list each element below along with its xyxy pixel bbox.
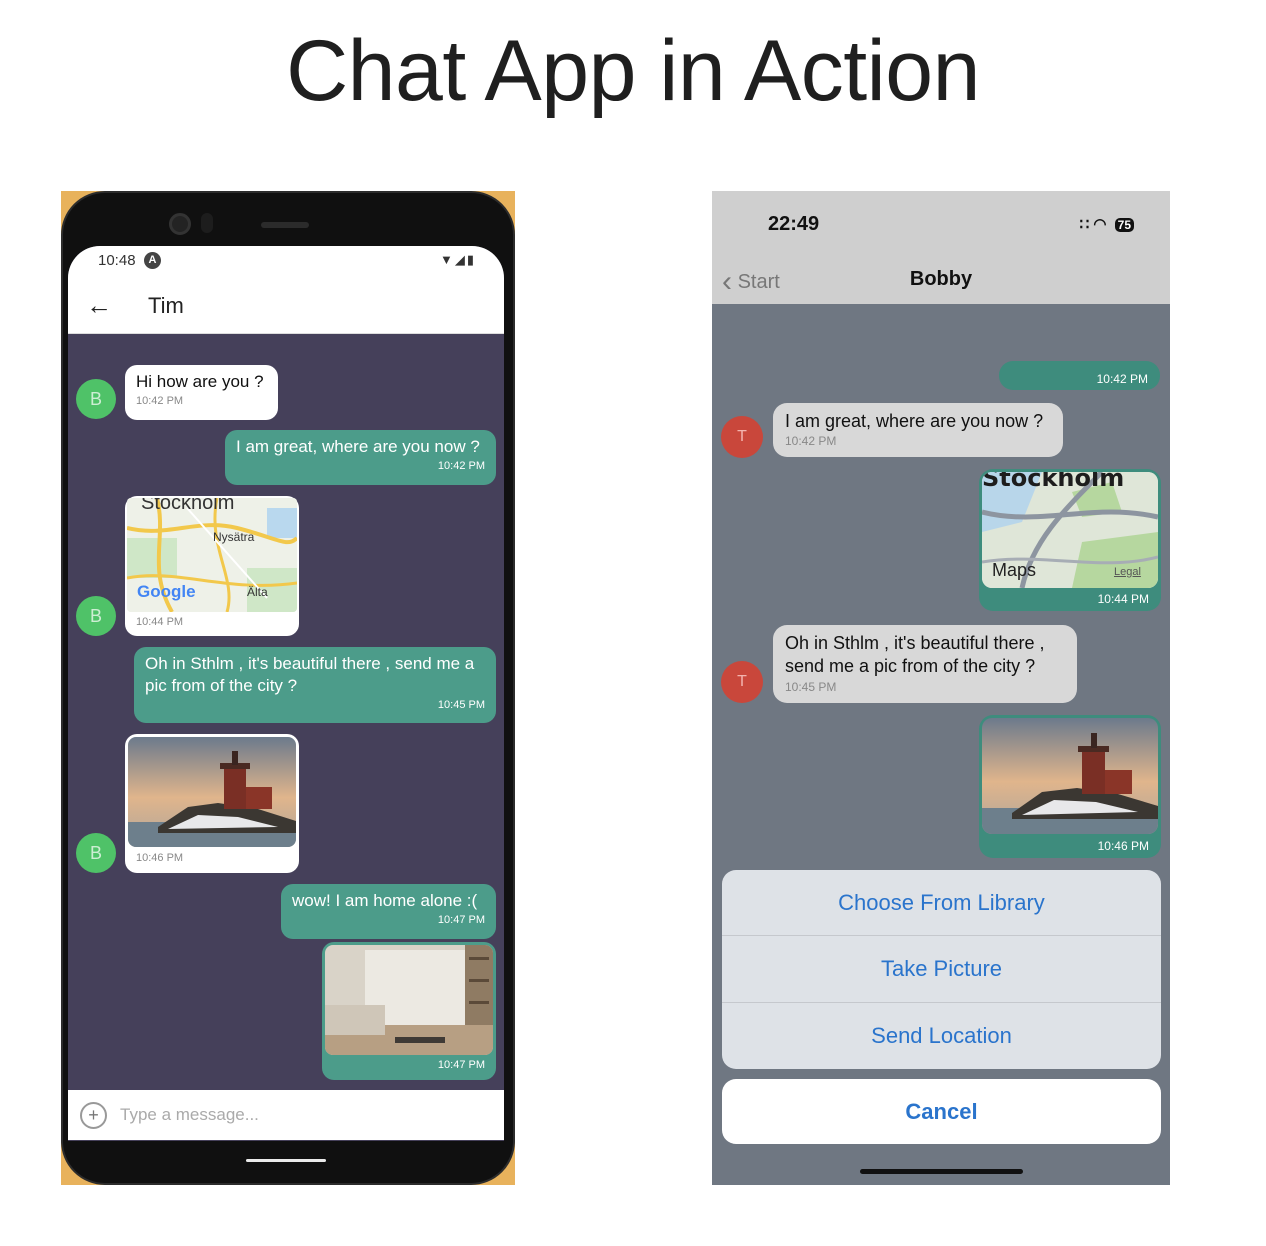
sensor-icon — [201, 213, 213, 233]
sent-message-bubble[interactable]: Oh in Sthlm , it's beautiful there , sen… — [134, 647, 496, 723]
map-city-label: Stockholm — [982, 472, 1125, 492]
castle-photo[interactable] — [128, 737, 296, 847]
message-input[interactable]: Type a message... — [120, 1105, 259, 1125]
sent-message-bubble[interactable]: I am great, where are you now ? 10:42 PM — [225, 430, 496, 485]
avatar[interactable]: B — [76, 379, 116, 419]
map-legal-link[interactable]: Legal — [1114, 566, 1141, 578]
message-time: 10:45 PM — [437, 699, 485, 711]
gesture-navigation-bar[interactable] — [246, 1159, 326, 1162]
attachment-action-sheet: Choose From Library Take Picture Send Lo… — [722, 870, 1161, 1069]
message-time: 10:46 PM — [136, 852, 184, 864]
sent-image-bubble[interactable]: 10:46 PM — [979, 715, 1161, 858]
message-text: Hi how are you ? — [136, 372, 264, 391]
avatar[interactable]: T — [721, 416, 763, 458]
map-city-label: Stockholm — [141, 498, 235, 514]
back-button[interactable]: ‹ Start — [722, 265, 780, 299]
cancel-button[interactable]: Cancel — [722, 1079, 1161, 1144]
message-time: 10:47 PM — [437, 1059, 485, 1071]
signal-wifi-icon: ∷ ◠ — [1079, 216, 1107, 233]
take-picture-button[interactable]: Take Picture — [722, 936, 1161, 1003]
avatar[interactable]: B — [76, 596, 116, 636]
sent-message-bubble[interactable]: wow! I am home alone :( 10:47 PM — [281, 884, 496, 939]
choose-from-library-button[interactable]: Choose From Library — [722, 870, 1161, 937]
status-time: 10:48 — [98, 252, 136, 269]
home-indicator[interactable] — [860, 1169, 1023, 1174]
message-time: 10:45 PM — [785, 680, 837, 694]
chat-header: ← Tim — [68, 280, 504, 334]
apple-maps-logo: Maps — [992, 560, 1037, 580]
sent-location-bubble[interactable]: Stockholm Maps Legal 10:44 PM — [979, 469, 1161, 611]
message-time: 10:44 PM — [1097, 592, 1149, 606]
living-room-photo-image — [325, 945, 493, 1055]
received-message-bubble[interactable]: Hi how are you ? 10:42 PM — [125, 365, 278, 420]
message-text: Oh in Sthlm , it's beautiful there , sen… — [785, 633, 1045, 676]
message-time: 10:46 PM — [1097, 839, 1149, 853]
android-status-bar: 10:48 A ▼◢▮ — [68, 246, 504, 280]
message-input-bar: + Type a message... — [68, 1090, 504, 1140]
google-logo: Google — [137, 582, 196, 601]
android-phone-mockup: 10:48 A ▼◢▮ ← Tim B Hi how are you ? 10:… — [61, 191, 515, 1185]
message-text: wow! I am home alone :( — [292, 891, 478, 910]
android-screen: 10:48 A ▼◢▮ ← Tim B Hi how are you ? 10:… — [68, 246, 504, 1141]
message-time: 10:44 PM — [136, 616, 184, 628]
battery-icon: 75 — [1114, 218, 1134, 232]
page-title: Chat App in Action — [286, 23, 980, 119]
chevron-left-icon: ‹ — [722, 265, 732, 298]
sent-message-bubble[interactable]: 10:42 PM — [999, 361, 1160, 390]
message-text: I am great, where are you now ? — [785, 411, 1044, 431]
message-time: 10:47 PM — [437, 914, 485, 926]
castle-photo-image — [982, 718, 1158, 834]
send-location-button[interactable]: Send Location — [722, 1003, 1161, 1069]
avatar[interactable]: T — [721, 661, 763, 703]
location-map-thumbnail[interactable]: Stockholm Maps Legal — [982, 472, 1158, 588]
living-room-photo[interactable] — [325, 945, 493, 1055]
android-phone-frame: 10:48 A ▼◢▮ ← Tim B Hi how are you ? 10:… — [61, 191, 515, 1185]
earpiece-speaker — [261, 222, 309, 228]
signal-wifi-icons: ∷ ◠ 75 — [1080, 215, 1134, 233]
message-time: 10:42 PM — [136, 395, 184, 407]
received-message-bubble[interactable]: I am great, where are you now ? 10:42 PM — [773, 403, 1063, 457]
signal-battery-icons: ▼◢▮ — [439, 252, 476, 267]
message-time: 10:42 PM — [1096, 372, 1148, 386]
map-place-label: Nysätra — [213, 530, 255, 544]
back-arrow-icon[interactable]: ← — [86, 290, 112, 321]
castle-photo-image — [128, 737, 296, 847]
message-text: Oh in Sthlm , it's beautiful there , sen… — [145, 654, 475, 695]
front-camera-icon — [169, 213, 191, 235]
add-attachment-icon[interactable]: + — [80, 1102, 107, 1129]
contact-name: Bobby — [909, 268, 973, 290]
location-map-thumbnail[interactable]: Stockholm Nysätra Älta Google — [127, 498, 297, 612]
received-message-bubble[interactable]: Oh in Sthlm , it's beautiful there , sen… — [773, 625, 1077, 703]
received-image-bubble[interactable]: 10:46 PM — [125, 734, 299, 873]
message-time: 10:42 PM — [785, 434, 837, 448]
back-label: Start — [737, 271, 780, 293]
app-notification-icon: A — [144, 252, 161, 269]
sent-image-bubble[interactable]: 10:47 PM — [322, 942, 496, 1080]
message-time: 10:42 PM — [437, 460, 485, 472]
contact-name: Tim — [148, 293, 184, 318]
received-location-bubble[interactable]: Stockholm Nysätra Älta Google 10:44 PM — [125, 496, 299, 636]
iphone-screen: 22:49 ∷ ◠ 75 Bobby ‹ Start 10:42 PM T I … — [712, 191, 1170, 1185]
status-time: 22:49 — [768, 213, 820, 235]
avatar[interactable]: B — [76, 833, 116, 873]
castle-photo[interactable] — [982, 718, 1158, 834]
ios-navigation-header: 22:49 ∷ ◠ 75 Bobby ‹ Start — [712, 191, 1170, 304]
message-text: I am great, where are you now ? — [236, 437, 480, 456]
map-place-label: Älta — [247, 585, 268, 599]
